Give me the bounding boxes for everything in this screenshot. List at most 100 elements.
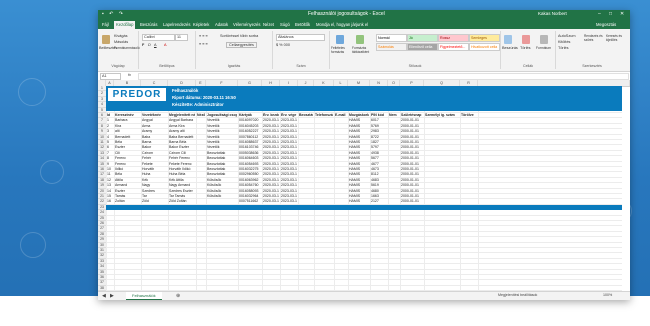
format-as-table-icon (356, 35, 364, 44)
style-bad[interactable]: Rossz (438, 34, 469, 42)
table-header-cell[interactable]: Telefonszám (315, 113, 333, 118)
decorative-circle (40, 160, 64, 184)
bold-icon[interactable]: F (142, 43, 144, 47)
font-group-label: Betűtípus (159, 64, 175, 68)
zoom-level[interactable]: 100% (603, 293, 612, 297)
tab-home[interactable]: Kezdőlap (114, 21, 136, 29)
conditional-format-button[interactable]: Feltételes formázás (331, 46, 351, 54)
cut-button[interactable]: Kivágás (114, 34, 128, 38)
grid-line (106, 268, 622, 270)
table-header-cell[interactable]: Nézőlap (197, 113, 205, 118)
sheet-prev-icon[interactable]: ◀ (102, 293, 106, 299)
font-name-select[interactable]: Calibri (142, 34, 175, 41)
styles-group-label: Stílusok (408, 64, 422, 68)
window-title: Felhasználói jogosultságok - Excel (308, 11, 385, 17)
style-linked-cell[interactable]: Hivatkozott cella (469, 43, 500, 51)
tab-page-layout[interactable]: Lapelrendezés (161, 21, 192, 29)
grid-line (106, 263, 622, 265)
underline-icon[interactable]: A (154, 43, 157, 47)
name-box[interactable]: A1 (100, 73, 121, 80)
tab-formulas[interactable]: Képletek (191, 21, 211, 29)
format-cells-button[interactable]: Formátum (536, 46, 551, 50)
tell-me-search[interactable]: Mondja el, hogyan járjunk el (314, 21, 370, 29)
fx-icon[interactable]: fx (128, 73, 131, 77)
table-header-cell[interactable]: E-mail (335, 113, 347, 118)
grid-line (106, 257, 622, 259)
number-group: Általános $ % 000 Szám (273, 31, 330, 69)
merge-cells-button[interactable]: Cellaegyesítés (226, 42, 257, 48)
find-select-button[interactable]: Keresés és kijelölés (606, 34, 628, 42)
format-cells-icon (540, 35, 548, 44)
spreadsheet-grid[interactable]: ABCDEFGHIJKLMNOPQR 1 2 3 4 5 6 7 8 9 10 11 12 13 14 15… (98, 80, 630, 291)
redo-icon[interactable]: ↷ (119, 11, 125, 17)
insert-cells-icon (504, 35, 512, 44)
copy-button[interactable]: Másolás (114, 40, 128, 44)
page-footer-area (0, 296, 650, 326)
tab-insert[interactable]: Beszúrás (138, 21, 159, 29)
tab-data[interactable]: Adatok (213, 21, 230, 29)
autosum-button[interactable]: AutoSzum (558, 34, 576, 38)
delete-cells-button[interactable]: Törlés (520, 46, 531, 50)
align-top-icon[interactable]: ≡ ≡ ≡ (199, 34, 208, 38)
font-color-icon[interactable]: A (164, 43, 167, 47)
undo-icon[interactable]: ↶ (109, 11, 115, 17)
style-warning[interactable]: Figyelmeztető... (438, 43, 469, 51)
display-settings-button[interactable]: Megjelenítési beállítások (498, 293, 537, 297)
report-footer-band (106, 204, 622, 210)
style-good[interactable]: Jó (407, 34, 438, 42)
table-header-cell[interactable]: Személyi ig. szám (425, 113, 459, 118)
decorative-circle (18, 78, 46, 106)
align-left-icon[interactable]: ≡ ≡ ≡ (199, 42, 208, 46)
fill-button[interactable]: Kitöltés (558, 40, 570, 44)
styles-group: Feltételes formázás Formázás táblázatkén… (330, 31, 501, 69)
wrap-text-button[interactable]: Sortöréssel több sorba (220, 34, 258, 38)
table-header-cell[interactable]: Törölve (461, 113, 477, 118)
delete-cells-icon (522, 35, 530, 44)
table-header-cell[interactable]: Beosztás (299, 113, 313, 118)
clipboard-group-label: Vágólap (111, 64, 125, 68)
grid-line (106, 230, 622, 232)
tab-addins[interactable]: Betöltők (293, 21, 312, 29)
clear-button[interactable]: Törlés (558, 46, 569, 50)
grid-line (106, 214, 622, 216)
tab-help[interactable]: Súgó (278, 21, 292, 29)
grid-line (106, 236, 622, 238)
close-button[interactable]: ✕ (620, 11, 624, 17)
style-calculation[interactable]: Számolás (376, 43, 407, 51)
minimize-button[interactable]: – (598, 11, 601, 17)
share-button[interactable]: Megosztás (594, 21, 618, 29)
number-format-select[interactable]: Általános (276, 34, 325, 41)
save-icon[interactable]: ▪ (102, 11, 106, 17)
font-size-select[interactable]: 11 (175, 34, 188, 41)
sheet-tab-users[interactable]: Felhasználók (126, 292, 162, 300)
report-title: Felhasználók (172, 88, 199, 93)
editing-group-label: Szerkesztés (582, 64, 602, 68)
grid-line (106, 220, 622, 221)
tab-review[interactable]: Véleményezés (231, 21, 262, 29)
style-check-cell[interactable]: Ellenőrző cella (407, 43, 438, 51)
paste-icon (102, 35, 110, 44)
formula-input[interactable] (138, 73, 629, 80)
add-sheet-icon[interactable]: ⊕ (176, 293, 180, 299)
quick-access-toolbar: ▪ ↶ ↷ (102, 11, 125, 17)
sort-filter-button[interactable]: Rendezés és szűrés (584, 34, 604, 42)
conditional-format-icon (336, 35, 344, 44)
currency-icon[interactable]: $ % 000 (276, 43, 290, 47)
format-painter-button[interactable]: Formátummásoló (114, 46, 140, 50)
tab-file[interactable]: Fájl (100, 21, 111, 29)
user-name[interactable]: Kakas Norbert (538, 11, 567, 16)
report-date: Riport dátuma: 2020-03.11 16:50 (172, 95, 236, 100)
format-as-table-button[interactable]: Formázás táblázatként (352, 46, 374, 54)
insert-cells-button[interactable]: Beszúrás (502, 46, 518, 50)
report-author: Készítette: Adminisztrátor (172, 102, 224, 107)
sheet-next-icon[interactable]: ▶ (110, 293, 114, 299)
tab-view[interactable]: Nézet (261, 21, 276, 29)
maximize-button[interactable]: □ (609, 11, 612, 17)
table-cell[interactable]: Külsősök (207, 194, 237, 199)
predor-logo: PREDOR (108, 88, 166, 101)
table-header-cell[interactable]: Nem (389, 113, 399, 118)
style-normal[interactable]: Normál (376, 34, 407, 42)
report-header-band: PREDOR Felhasználók Riport dátuma: 2020-… (106, 86, 622, 111)
style-neutral[interactable]: Semleges (469, 34, 500, 42)
italic-icon[interactable]: D (148, 43, 151, 47)
